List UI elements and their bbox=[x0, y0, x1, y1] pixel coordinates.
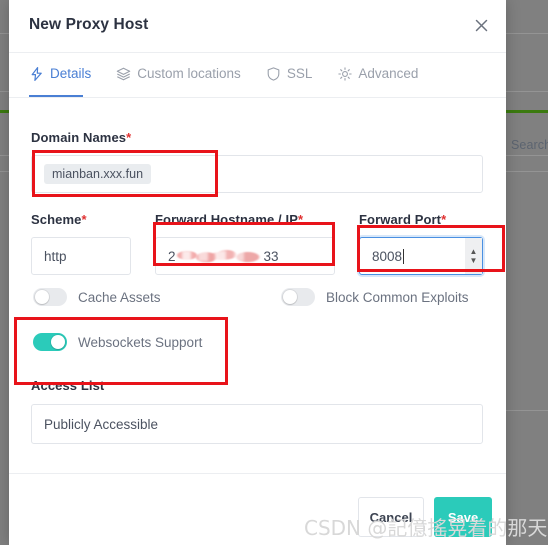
websockets-support-label: Websockets Support bbox=[78, 334, 203, 350]
active-tab-indicator bbox=[29, 95, 83, 97]
required-marker: * bbox=[441, 212, 447, 227]
tab-custom-locations-label: Custom locations bbox=[137, 66, 241, 81]
domain-names-input[interactable]: mianban.xxx.fun bbox=[31, 155, 483, 193]
lightning-bolt-icon bbox=[29, 66, 44, 81]
backdrop-green-accent-line bbox=[0, 110, 9, 113]
block-common-exploits-row[interactable]: Block Common Exploits bbox=[281, 288, 469, 306]
domain-names-label: Domain Names* bbox=[31, 130, 131, 145]
backdrop-divider bbox=[506, 33, 548, 34]
scheme-label: Scheme* bbox=[31, 212, 87, 227]
forward-hostname-input[interactable]: 2 33 bbox=[155, 237, 335, 275]
scheme-value: http bbox=[44, 248, 67, 264]
access-list-value: Publicly Accessible bbox=[44, 416, 159, 432]
domain-name-chip[interactable]: mianban.xxx.fun bbox=[44, 164, 152, 184]
spinner-down-icon[interactable]: ▼ bbox=[470, 256, 478, 264]
scheme-label-text: Scheme bbox=[31, 212, 82, 227]
backdrop-divider bbox=[506, 155, 548, 156]
backdrop-green-accent-line bbox=[506, 110, 548, 113]
cache-assets-toggle[interactable] bbox=[33, 288, 67, 306]
new-proxy-host-modal: New Proxy Host Details Custom locations … bbox=[9, 0, 506, 545]
page-title: New Proxy Host bbox=[29, 16, 149, 33]
number-spinner[interactable]: ▲ ▼ bbox=[465, 238, 482, 274]
forward-hostname-label: Forward Hostname / IP* bbox=[155, 212, 303, 227]
backdrop-divider bbox=[0, 91, 9, 92]
required-marker: * bbox=[126, 130, 132, 145]
tab-custom-locations[interactable]: Custom locations bbox=[116, 53, 241, 81]
backdrop-search-label: Search bbox=[511, 138, 548, 152]
backdrop-divider bbox=[506, 410, 548, 411]
modal-header: New Proxy Host bbox=[9, 0, 506, 53]
toggle-knob bbox=[51, 335, 65, 349]
close-icon[interactable] bbox=[469, 13, 493, 37]
block-common-exploits-label: Block Common Exploits bbox=[326, 289, 469, 305]
forward-hostname-prefix: 2 bbox=[168, 248, 176, 264]
forward-port-input[interactable]: 8008 ▲ ▼ bbox=[359, 237, 483, 275]
spinner-up-icon[interactable]: ▲ bbox=[470, 247, 478, 255]
required-marker: * bbox=[297, 212, 304, 227]
block-common-exploits-toggle[interactable] bbox=[281, 288, 315, 306]
websockets-support-toggle[interactable] bbox=[33, 333, 67, 351]
scheme-select[interactable]: http bbox=[31, 237, 131, 275]
tab-ssl[interactable]: SSL bbox=[266, 53, 313, 81]
backdrop-divider bbox=[506, 171, 548, 172]
forward-port-value: 8008 bbox=[372, 248, 403, 264]
backdrop-divider bbox=[506, 91, 548, 92]
forward-hostname-value: 2 33 bbox=[168, 249, 279, 264]
cancel-button[interactable]: Cancel bbox=[358, 497, 424, 537]
forward-hostname-label-text: Forward Hostname / IP bbox=[155, 212, 298, 227]
access-list-label-text: Access List bbox=[31, 378, 105, 393]
backdrop-divider bbox=[0, 33, 9, 34]
domain-names-label-text: Domain Names bbox=[31, 130, 127, 145]
tab-details[interactable]: Details bbox=[29, 53, 91, 81]
cache-assets-label: Cache Assets bbox=[78, 289, 161, 305]
layers-icon bbox=[116, 66, 131, 81]
tab-details-label: Details bbox=[50, 66, 92, 81]
modal-tabs: Details Custom locations SSL Advanced bbox=[9, 53, 506, 98]
websockets-support-row[interactable]: Websockets Support bbox=[33, 333, 202, 351]
cache-assets-row[interactable]: Cache Assets bbox=[33, 288, 161, 306]
required-marker: * bbox=[81, 212, 87, 227]
toggle-knob bbox=[35, 290, 49, 304]
text-cursor bbox=[403, 248, 405, 264]
tab-advanced-label: Advanced bbox=[358, 66, 419, 81]
toggle-knob bbox=[283, 290, 297, 304]
tab-ssl-label: SSL bbox=[286, 66, 313, 81]
redaction-overlay bbox=[176, 249, 268, 263]
forward-port-label-text: Forward Port bbox=[359, 212, 442, 227]
gear-icon bbox=[337, 66, 352, 81]
backdrop-divider bbox=[0, 155, 9, 156]
backdrop-divider bbox=[0, 171, 9, 172]
forward-port-label: Forward Port* bbox=[359, 212, 446, 227]
tab-advanced[interactable]: Advanced bbox=[337, 53, 418, 81]
access-list-select[interactable]: Publicly Accessible bbox=[31, 404, 483, 444]
modal-footer: Cancel Save bbox=[9, 473, 506, 545]
access-list-label: Access List bbox=[31, 378, 104, 393]
shield-icon bbox=[266, 66, 281, 81]
save-button[interactable]: Save bbox=[434, 497, 492, 537]
